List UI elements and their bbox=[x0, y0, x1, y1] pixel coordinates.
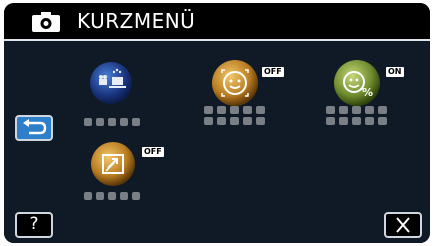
quick-menu-screen: KURZMENÜ OFF % ON OFF ? bbox=[4, 3, 430, 243]
item-label-placeholder bbox=[326, 106, 387, 125]
item-label-placeholder bbox=[84, 118, 140, 126]
menu-item-2[interactable]: OFF bbox=[200, 57, 290, 129]
return-arrow-icon bbox=[23, 119, 47, 135]
close-button[interactable] bbox=[384, 212, 422, 238]
camera-icon bbox=[32, 12, 60, 32]
menu-title: KURZMENÜ bbox=[77, 9, 196, 33]
smile-percent-icon: % bbox=[334, 60, 380, 106]
menu-item-1[interactable] bbox=[82, 57, 152, 129]
face-detect-icon bbox=[212, 60, 258, 106]
status-badge: OFF bbox=[142, 147, 164, 157]
svg-text:%: % bbox=[362, 86, 373, 99]
menu-item-3[interactable]: % ON bbox=[322, 57, 412, 129]
status-badge: ON bbox=[386, 67, 404, 77]
return-button[interactable] bbox=[15, 115, 53, 141]
item-label-placeholder bbox=[204, 106, 265, 125]
menu-item-4[interactable]: OFF bbox=[82, 139, 172, 209]
status-badge: OFF bbox=[262, 67, 284, 77]
close-icon bbox=[396, 217, 410, 233]
menu-header: KURZMENÜ bbox=[4, 3, 430, 39]
video-to-computer-icon bbox=[90, 62, 132, 104]
help-button[interactable]: ? bbox=[15, 212, 53, 238]
item-label-placeholder bbox=[84, 192, 140, 200]
touch-priority-icon bbox=[91, 142, 135, 186]
